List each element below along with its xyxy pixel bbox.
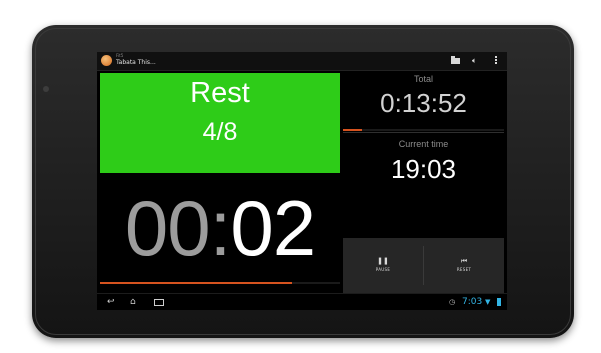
total-progress-fill bbox=[343, 129, 363, 131]
wifi-icon: ▼ bbox=[485, 298, 491, 306]
current-time-label: Current time bbox=[398, 139, 449, 149]
back-icon[interactable]: ↩︎ bbox=[107, 297, 115, 307]
interval-phase: Rest bbox=[190, 77, 250, 109]
round-counter: 4/8 bbox=[202, 118, 238, 146]
skip-previous-icon: ⏮︎ bbox=[460, 257, 468, 265]
system-clock[interactable]: 7:03 bbox=[462, 296, 482, 308]
countdown-timer: 00:02 bbox=[100, 176, 340, 280]
system-navigation-bar: ↩︎ ⌂ ◷ 7:03 ▼ bbox=[97, 293, 507, 310]
action-bar: Fit5 Tabata This... 🔈︎ bbox=[97, 52, 507, 71]
interval-progress-fill bbox=[100, 282, 292, 284]
app-subtitle: Fit5 bbox=[116, 53, 124, 58]
reset-button[interactable]: ⏮︎ RESET bbox=[424, 238, 504, 293]
control-bar: ❚❚ PAUSE ⏮︎ RESET bbox=[343, 238, 504, 293]
current-time-value: 19:03 bbox=[390, 154, 457, 184]
total-label: Total bbox=[413, 74, 433, 84]
home-icon[interactable]: ⌂ bbox=[130, 297, 136, 307]
pause-icon: ❚❚ bbox=[377, 257, 389, 265]
interval-status-panel: Rest 4/8 bbox=[100, 73, 340, 173]
folder-icon[interactable] bbox=[451, 55, 461, 67]
pause-button[interactable]: ❚❚ PAUSE bbox=[343, 238, 423, 293]
recent-apps-icon[interactable] bbox=[154, 297, 164, 307]
total-time-value: 0:13:52 bbox=[380, 88, 467, 118]
app-screen: Fit5 Tabata This... 🔈︎ Rest 4/8 00:02 To… bbox=[97, 52, 507, 310]
stats-divider bbox=[343, 132, 504, 133]
volume-icon[interactable]: 🔈︎ bbox=[472, 55, 482, 67]
overflow-menu-icon[interactable] bbox=[493, 55, 499, 67]
battery-icon bbox=[497, 298, 501, 306]
reset-label: RESET bbox=[456, 267, 472, 272]
app-logo-icon[interactable] bbox=[101, 55, 112, 66]
front-camera bbox=[43, 86, 49, 92]
countdown-separator: : bbox=[209, 184, 232, 272]
alarm-icon: ◷ bbox=[449, 298, 456, 306]
countdown-minutes: 00 bbox=[124, 184, 211, 272]
interval-progress-bar bbox=[100, 282, 340, 284]
workout-title[interactable]: Tabata This... bbox=[116, 59, 156, 66]
total-progress-bar bbox=[343, 129, 504, 131]
pause-label: PAUSE bbox=[375, 267, 391, 272]
countdown-seconds: 02 bbox=[230, 184, 316, 272]
